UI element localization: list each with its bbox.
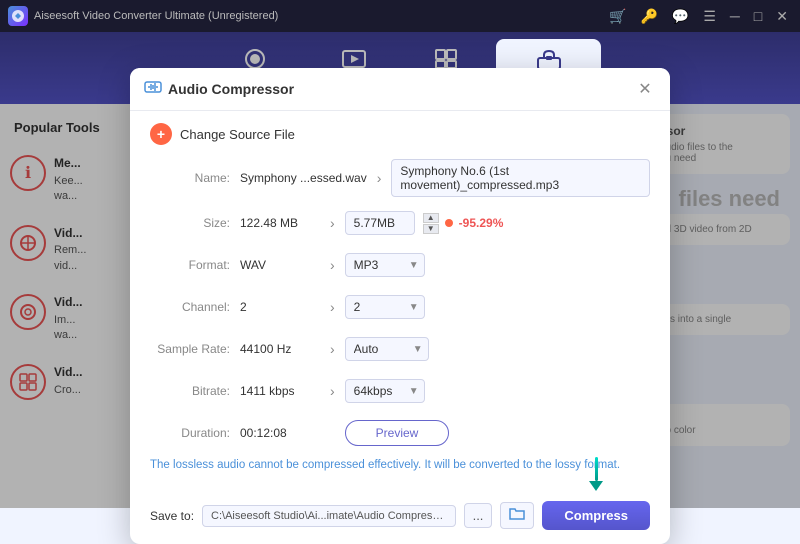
format-select[interactable]: MP3 AAC WAV <box>345 253 425 277</box>
size-spinner-up[interactable]: ▲ <box>423 213 439 223</box>
dialog-titlebar: Audio Compressor ✕ <box>130 68 670 111</box>
maximize-icon[interactable]: □ <box>750 6 766 26</box>
samplerate-select[interactable]: Auto 44100 Hz 22050 Hz <box>345 337 429 361</box>
size-label: Size: <box>150 216 240 230</box>
size-controls: 5.77MB ▲ ▼ -95.29% <box>345 211 504 235</box>
channel-select[interactable]: 2 1 <box>345 295 425 319</box>
collage-icon <box>432 47 460 71</box>
compress-button[interactable]: Compress <box>542 501 650 530</box>
change-source-btn[interactable]: + Change Source File <box>150 123 650 145</box>
format-label: Format: <box>150 258 240 272</box>
app-title: Aiseesoft Video Converter Ultimate (Unre… <box>34 10 605 22</box>
mv-icon <box>340 47 368 71</box>
compress-arrow <box>589 457 603 491</box>
size-dot-indicator <box>445 219 453 227</box>
bitrate-input-value: 1411 kbps <box>240 384 320 398</box>
compress-arrow-line <box>595 457 598 481</box>
channel-label: Channel: <box>150 300 240 314</box>
samplerate-row: Sample Rate: 44100 Hz › Auto 44100 Hz 22… <box>150 333 650 365</box>
channel-arrow-icon: › <box>330 299 335 315</box>
duration-row: Duration: 00:12:08 › Preview <box>150 417 650 449</box>
converter-icon <box>241 47 269 71</box>
preview-button[interactable]: Preview <box>345 420 450 446</box>
format-input-value: WAV <box>240 258 320 272</box>
warning-text: The lossless audio cannot be compressed … <box>150 459 650 471</box>
duration-label: Duration: <box>150 426 240 440</box>
size-row: Size: 122.48 MB › 5.77MB ▲ ▼ -95.29% <box>150 207 650 239</box>
name-input-value: Symphony ...essed.wav <box>240 171 367 185</box>
audio-compressor-icon <box>144 79 162 100</box>
channel-input-value: 2 <box>240 300 320 314</box>
save-dots-button[interactable]: ... <box>464 503 493 528</box>
menu-icon[interactable]: ☰ <box>699 6 720 27</box>
minimize-icon[interactable]: ─ <box>726 6 744 26</box>
name-row: Name: Symphony ...essed.wav › Symphony N… <box>150 159 650 197</box>
duration-input-value: 00:12:08 <box>240 426 320 440</box>
compress-arrow-head <box>589 481 603 491</box>
save-folder-button[interactable] <box>500 502 534 529</box>
size-spinner-down[interactable]: ▼ <box>423 224 439 234</box>
cart-icon[interactable]: 🛒 <box>605 6 630 27</box>
close-icon[interactable]: ✕ <box>772 6 792 27</box>
titlebar-controls: 🛒 🔑 💬 ☰ ─ □ ✕ <box>605 6 792 27</box>
samplerate-select-wrap: Auto 44100 Hz 22050 Hz ▼ <box>345 337 429 361</box>
dialog-close-button[interactable]: ✕ <box>634 78 656 100</box>
dialog-overlay: Audio Compressor ✕ + Change Source File … <box>0 104 800 508</box>
channel-select-wrap: 2 1 ▼ <box>345 295 425 319</box>
channel-row: Channel: 2 › 2 1 ▼ <box>150 291 650 323</box>
dialog-body: + Change Source File Name: Symphony ...e… <box>130 111 670 493</box>
main-content: Popular Tools ℹ Me... Kee...wa... Vid...… <box>0 104 800 508</box>
bitrate-row: Bitrate: 1411 kbps › 64kbps 128kbps 192k… <box>150 375 650 407</box>
dialog-title: Audio Compressor <box>168 81 294 97</box>
bitrate-select[interactable]: 64kbps 128kbps 192kbps 320kbps <box>345 379 425 403</box>
add-source-icon: + <box>150 123 172 145</box>
key-icon[interactable]: 🔑 <box>636 6 661 27</box>
titlebar: Aiseesoft Video Converter Ultimate (Unre… <box>0 0 800 32</box>
size-arrow-icon: › <box>330 215 335 231</box>
bitrate-select-wrap: 64kbps 128kbps 192kbps 320kbps ▼ <box>345 379 425 403</box>
size-input-value: 122.48 MB <box>240 216 320 230</box>
dialog-footer: Save to: C:\Aiseesoft Studio\Ai...imate\… <box>130 493 670 544</box>
format-row: Format: WAV › MP3 AAC WAV ▼ <box>150 249 650 281</box>
samplerate-label: Sample Rate: <box>150 342 240 356</box>
compress-btn-container: Compress <box>542 501 650 530</box>
format-arrow-icon: › <box>330 257 335 273</box>
toolbox-icon <box>535 47 563 71</box>
audio-compressor-dialog: Audio Compressor ✕ + Change Source File … <box>130 68 670 544</box>
format-select-wrap: MP3 AAC WAV ▼ <box>345 253 425 277</box>
app-logo <box>8 6 28 26</box>
size-spinner[interactable]: ▲ ▼ <box>423 213 439 234</box>
bitrate-arrow-icon: › <box>330 383 335 399</box>
save-to-label: Save to: <box>150 509 194 523</box>
chat-icon[interactable]: 💬 <box>668 6 693 27</box>
samplerate-input-value: 44100 Hz <box>240 342 320 356</box>
size-output-field[interactable]: 5.77MB <box>345 211 415 235</box>
size-percent-label: -95.29% <box>459 216 504 230</box>
name-arrow-icon: › <box>377 170 382 186</box>
samplerate-arrow-icon: › <box>330 341 335 357</box>
bitrate-label: Bitrate: <box>150 384 240 398</box>
name-output-field[interactable]: Symphony No.6 (1st movement)_compressed.… <box>391 159 650 197</box>
change-source-label: Change Source File <box>180 127 295 142</box>
name-label: Name: <box>150 171 240 185</box>
